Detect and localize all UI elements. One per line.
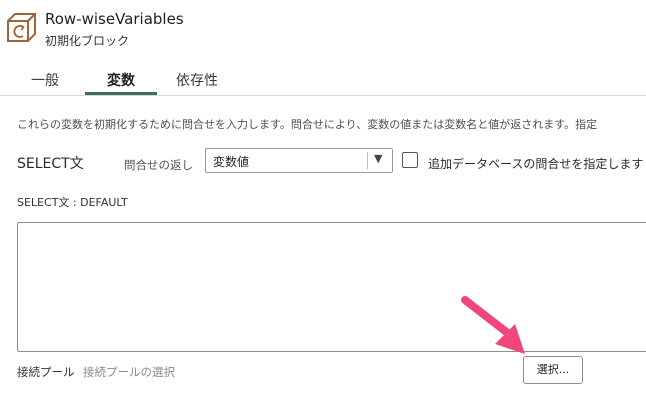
query-returns-select[interactable]: 変数値 ▼ [205,148,393,173]
caret-down-icon[interactable]: ▼ [374,152,382,165]
tabs-divider [0,95,646,96]
active-tab-indicator [85,92,157,95]
tab-general[interactable]: 一般 [31,70,59,90]
additional-database-label[interactable]: 追加データベースの問合せを指定します [428,155,643,172]
connection-pool-label: 接続プール [17,365,75,379]
query-returns-value: 変数値 [213,155,250,169]
block-title: Row-wiseVariables [45,10,184,28]
query-returns-label: 問合せの返し [124,158,193,172]
pointer-arrow-icon [455,290,545,360]
connection-pool-value: 接続プールの選択 [83,365,175,379]
select-default-label: SELECT文 : DEFAULT [17,196,128,209]
select-statement-label: SELECT文 [17,156,84,172]
tab-dependencies[interactable]: 依存性 [176,70,218,90]
block-subtitle: 初期化ブロック [45,34,130,48]
dropdown-separator [367,152,368,169]
additional-database-checkbox[interactable] [402,152,418,168]
instructions-text: これらの変数を初期化するために問合せを入力します。問合せにより、変数の値または変… [17,118,598,131]
select-connection-pool-button[interactable]: 選択... [523,356,583,384]
initialization-block-icon [6,12,37,43]
tab-variables[interactable]: 変数 [107,70,135,90]
select-query-textarea[interactable] [17,222,646,352]
